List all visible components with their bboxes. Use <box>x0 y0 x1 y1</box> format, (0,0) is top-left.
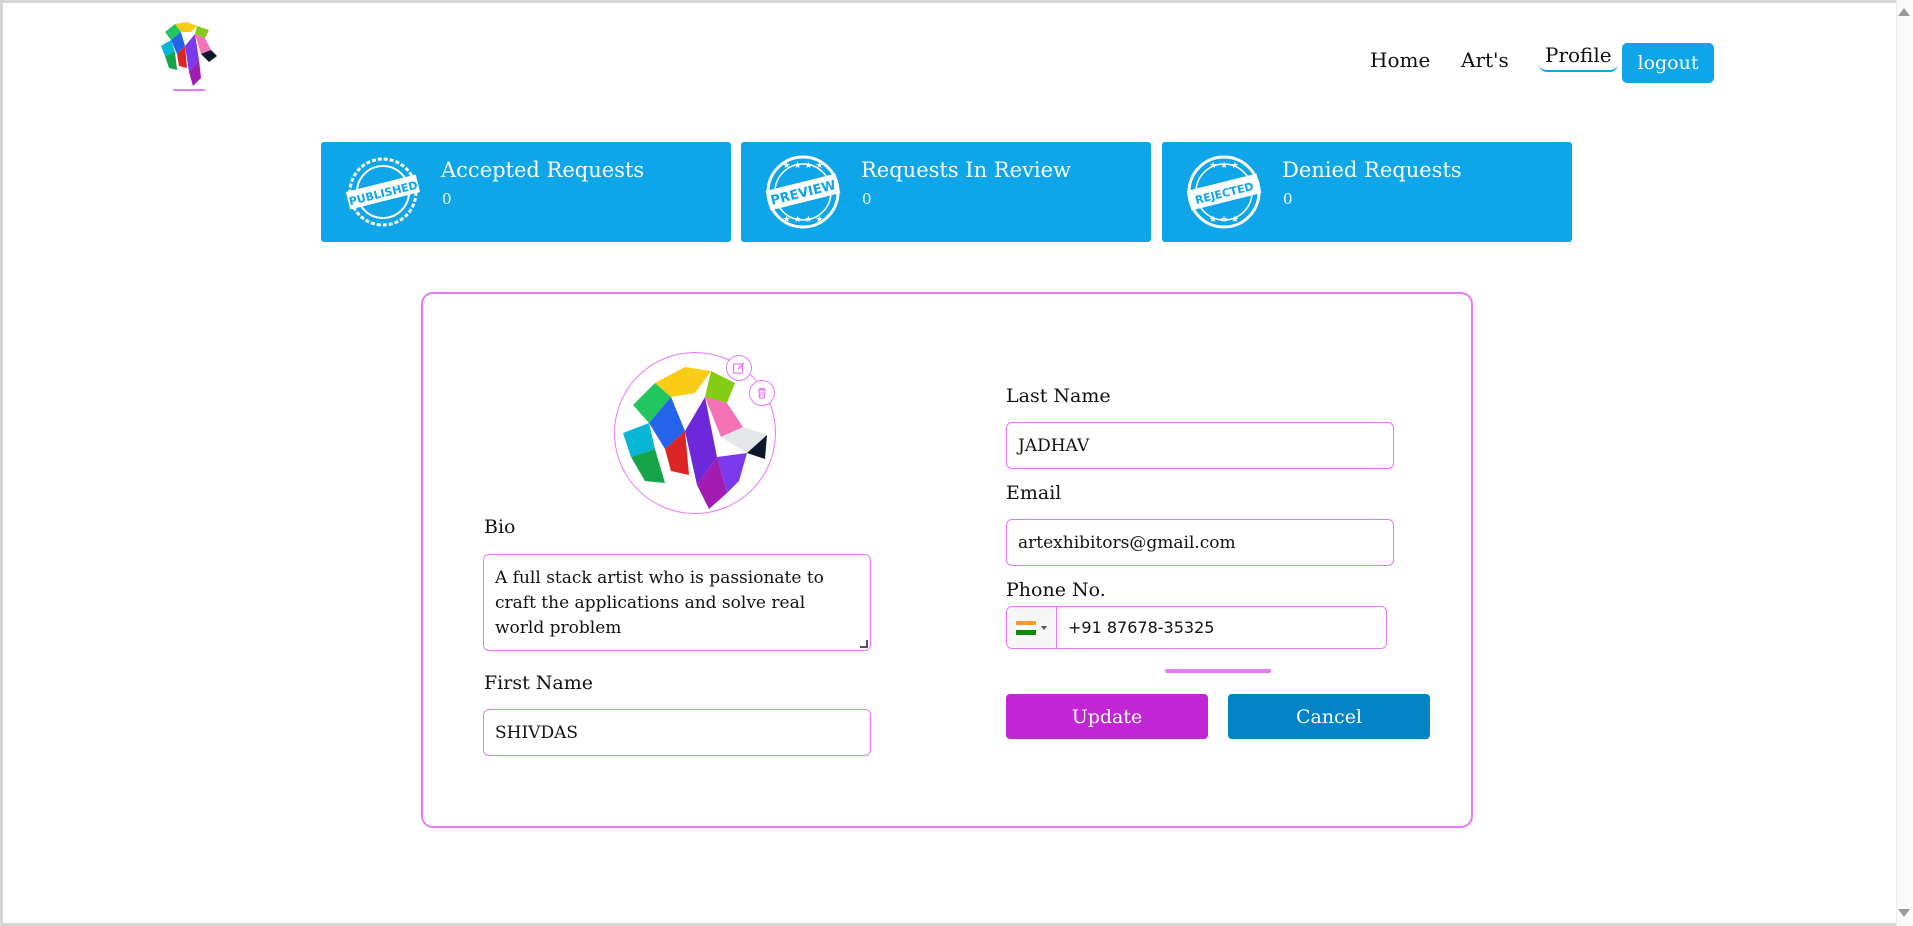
card-title: Requests In Review <box>861 158 1072 182</box>
card-title: Denied Requests <box>1282 158 1462 182</box>
chevron-down-icon <box>1041 625 1047 630</box>
nav-home-link[interactable]: Home <box>1370 48 1430 72</box>
rejected-stamp-icon: ★ ★ ★ ★ ★ ★ REJECTED <box>1184 152 1264 232</box>
card-title: Accepted Requests <box>441 158 645 182</box>
requests-in-review-card[interactable]: ★ ★ ★ ★ ★ ★ ★ ★ PREVIEW Requests In Revi… <box>741 142 1151 242</box>
profile-avatar[interactable] <box>614 352 776 514</box>
logo-underline <box>173 89 205 91</box>
scroll-down-icon[interactable] <box>1898 909 1910 917</box>
logout-button[interactable]: logout <box>1622 43 1714 83</box>
phone-input[interactable]: +91 87678-35325 <box>1006 606 1387 649</box>
cancel-button[interactable]: Cancel <box>1228 694 1430 739</box>
email-input[interactable]: artexhibitors@gmail.com <box>1006 519 1394 566</box>
lion-logo-icon[interactable] <box>155 20 225 92</box>
vertical-scrollbar[interactable] <box>1896 0 1913 926</box>
first-name-input[interactable]: SHIVDAS <box>483 709 871 756</box>
first-name-value: SHIVDAS <box>495 722 579 743</box>
card-count: 0 <box>1283 190 1293 208</box>
resize-handle-icon[interactable] <box>860 640 868 648</box>
scroll-up-icon[interactable] <box>1898 8 1910 16</box>
bio-value: A full stack artist who is passionate to… <box>495 568 824 638</box>
bio-label: Bio <box>484 516 516 538</box>
country-selector[interactable] <box>1007 607 1057 648</box>
svg-text:★ ★ ★: ★ ★ ★ <box>1209 161 1239 171</box>
accepted-requests-card[interactable]: PUBLISHED Accepted Requests 0 <box>321 142 731 242</box>
loading-bar <box>1165 669 1271 673</box>
published-stamp-icon: PUBLISHED <box>343 152 423 232</box>
last-name-label: Last Name <box>1006 385 1111 407</box>
svg-text:★ ★ ★: ★ ★ ★ <box>1209 215 1239 225</box>
preview-stamp-icon: ★ ★ ★ ★ ★ ★ ★ ★ PREVIEW <box>763 152 843 232</box>
svg-text:★ ★ ★ ★: ★ ★ ★ ★ <box>783 215 824 225</box>
trash-icon[interactable] <box>749 380 775 406</box>
phone-label: Phone No. <box>1006 579 1106 601</box>
nav-arts-link[interactable]: Art's <box>1461 48 1509 72</box>
last-name-value: JADHAV <box>1018 435 1090 456</box>
card-count: 0 <box>862 190 872 208</box>
edit-icon[interactable] <box>726 355 752 381</box>
email-value: artexhibitors@gmail.com <box>1018 532 1236 553</box>
india-flag-icon <box>1016 620 1036 635</box>
phone-value: +91 87678-35325 <box>1068 618 1215 637</box>
denied-requests-card[interactable]: ★ ★ ★ ★ ★ ★ REJECTED Denied Requests 0 <box>1162 142 1572 242</box>
card-count: 0 <box>442 190 452 208</box>
last-name-input[interactable]: JADHAV <box>1006 422 1394 469</box>
nav-profile-link[interactable]: Profile <box>1539 43 1618 72</box>
first-name-label: First Name <box>484 672 593 694</box>
svg-text:★ ★ ★ ★: ★ ★ ★ ★ <box>783 161 824 171</box>
email-label: Email <box>1006 482 1062 504</box>
update-button[interactable]: Update <box>1006 694 1208 739</box>
bio-textarea[interactable]: A full stack artist who is passionate to… <box>483 554 871 651</box>
